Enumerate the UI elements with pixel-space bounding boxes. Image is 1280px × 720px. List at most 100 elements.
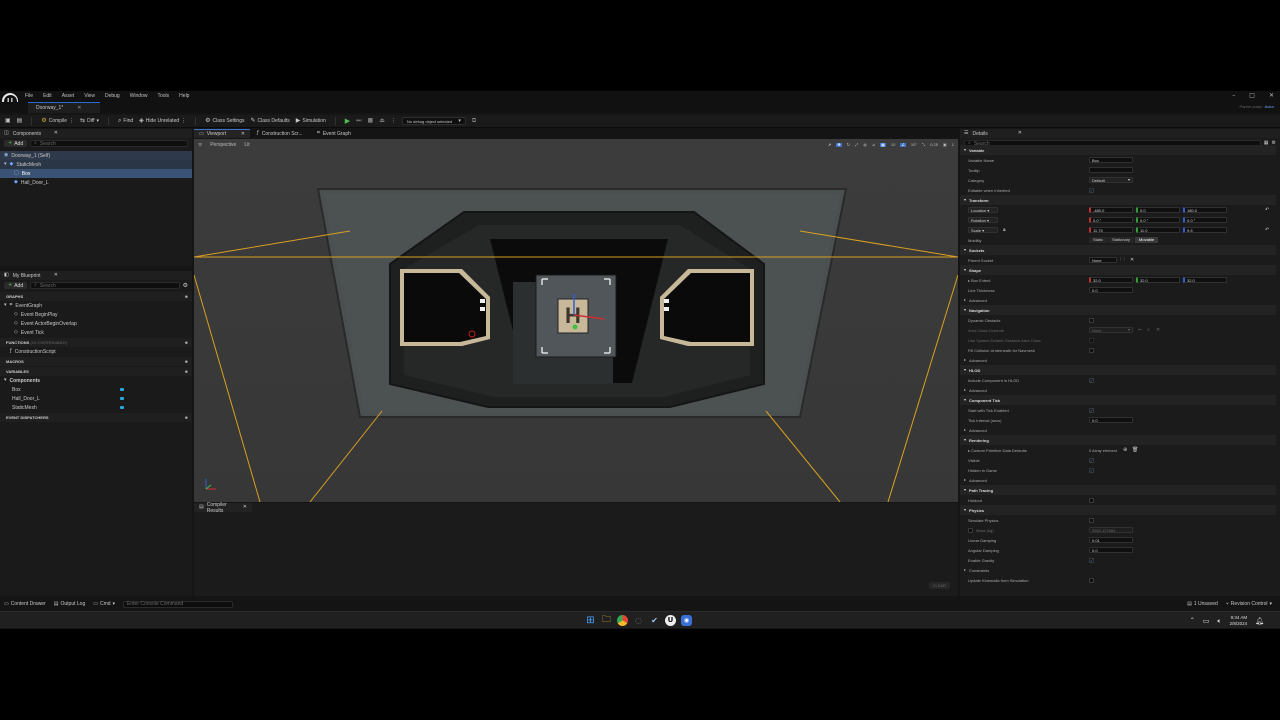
parent-class-value[interactable]: Actor <box>1265 104 1274 109</box>
expand-icon[interactable]: ▾ <box>4 162 7 167</box>
linear-damping-field[interactable]: 0.01 <box>1089 537 1133 543</box>
enable-gravity-checkbox[interactable]: ✓ <box>1089 557 1094 563</box>
settings-gear-icon[interactable]: ⚙ <box>183 282 188 289</box>
event-item[interactable]: ◇ Event BeginPlay <box>0 310 192 319</box>
clear-x-icon[interactable]: ✕ <box>1130 257 1134 263</box>
debug-filter-icon[interactable]: ⧉ <box>472 118 476 124</box>
file-explorer-icon[interactable]: 🗀 <box>601 615 612 626</box>
location-y[interactable]: 0.0 <box>1136 207 1180 213</box>
visible-checkbox[interactable]: ✓ <box>1089 457 1094 463</box>
trash-icon[interactable]: 🗑︎ <box>1132 447 1138 453</box>
location-z[interactable]: 180.0 <box>1183 207 1227 213</box>
expand-icon[interactable]: ▾ <box>4 378 7 383</box>
expand-icon[interactable]: ▸ <box>968 278 970 283</box>
transform-category[interactable]: ▾ Transform <box>960 195 1276 205</box>
navigation-advanced[interactable]: ▸ Advanced <box>960 355 1276 365</box>
rendering-advanced[interactable]: ▸ Advanced <box>960 475 1276 485</box>
fill-collision-checkbox[interactable] <box>1089 347 1094 353</box>
simulate-physics-checkbox[interactable] <box>1089 517 1094 523</box>
add-component-button[interactable]: + Add <box>4 140 28 147</box>
component-hall-door[interactable]: ◆ Hall_Door_L <box>0 178 192 187</box>
world-local-icon[interactable]: ◍ <box>863 142 867 147</box>
save-icon[interactable]: ▣ <box>5 118 11 124</box>
grid-snap-icon[interactable]: ▦ <box>880 142 886 147</box>
line-thickness-field[interactable]: 0.0 <box>1089 287 1133 293</box>
add-macro-icon[interactable]: ⊕ <box>185 359 188 364</box>
expand-icon[interactable]: ▾ <box>4 303 7 308</box>
compile-button[interactable]: ⚙ Compile ⋮ <box>41 118 74 125</box>
variable-category[interactable]: ▾ Variable <box>960 145 1276 155</box>
select-icon[interactable]: ➚ <box>828 142 831 147</box>
simulation-button[interactable]: ▶ Simulation <box>296 118 326 125</box>
close-tab-icon[interactable]: ✕ <box>77 105 81 111</box>
add-function-icon[interactable]: ⊕ <box>185 340 188 345</box>
close-panel-icon[interactable]: ✕ <box>54 131 58 136</box>
shape-advanced[interactable]: ▸ Advanced <box>960 295 1276 305</box>
location-x[interactable]: -480.0 <box>1089 207 1133 213</box>
hlod-advanced[interactable]: ▸ Advanced <box>960 385 1276 395</box>
box-extent-y[interactable]: 32.0 <box>1136 277 1180 283</box>
event-dispatchers-section[interactable]: EVENT DISPATCHERS ⊕ <box>0 413 192 422</box>
more-icon[interactable]: ⋮ <box>69 118 74 124</box>
add-variable-icon[interactable]: ⊕ <box>185 369 188 374</box>
menu-view[interactable]: View <box>79 91 100 102</box>
constraints-row[interactable]: ▸ Constraints <box>960 565 1276 575</box>
tab-construction-script[interactable]: ƒ Construction Scr... <box>252 129 310 138</box>
minimize-icon[interactable]: – <box>1232 93 1235 99</box>
app-icon[interactable]: ◌ <box>633 615 644 626</box>
component-tick-category[interactable]: ▾ Component Tick <box>960 395 1276 405</box>
add-element-icon[interactable]: ⊕ <box>1123 447 1127 453</box>
expand-icon[interactable]: ▸ <box>968 448 970 453</box>
viewport-menu-icon[interactable]: ≡ <box>198 142 202 148</box>
tooltip-field[interactable] <box>1089 167 1133 173</box>
class-settings-button[interactable]: ⚙ Class Settings <box>205 118 244 125</box>
macros-section[interactable]: MACROS ⊕ <box>0 357 192 366</box>
hide-unrelated-button[interactable]: ◈ Hide Unrelated ⋮ <box>139 118 186 125</box>
add-dispatcher-icon[interactable]: ⊕ <box>185 415 188 420</box>
event-item[interactable]: ◇ Event ActorBeginOverlap <box>0 319 192 328</box>
components-variable-group[interactable]: ▾ Components <box>0 376 192 385</box>
menu-file[interactable]: File <box>20 91 38 102</box>
mass-field[interactable]: 3963.127684 <box>1089 527 1133 533</box>
lit-button[interactable]: Lit <box>244 142 249 148</box>
find-button[interactable]: ⌕ Find <box>118 118 133 125</box>
location-dropdown[interactable]: Location ▾ <box>968 207 998 213</box>
camera-speed-icon[interactable]: ▣ <box>943 142 947 147</box>
close-window-icon[interactable]: ✕ <box>1269 93 1274 99</box>
output-log-button[interactable]: ▤ Output Log <box>54 601 85 607</box>
menu-edit[interactable]: Edit <box>38 91 57 102</box>
rotation-snap-icon[interactable]: ∠ <box>900 142 906 147</box>
eject-icon[interactable]: ⏏ <box>379 118 385 124</box>
reset-arrow-icon[interactable]: ↶ <box>1265 207 1269 213</box>
editable-checkbox[interactable]: ✓ <box>1089 187 1094 193</box>
update-kinematic-checkbox[interactable] <box>1089 577 1094 583</box>
perspective-button[interactable]: Perspective <box>210 142 236 148</box>
console-input[interactable]: Enter Console Command <box>123 600 234 608</box>
menu-asset[interactable]: Asset <box>57 91 80 102</box>
content-drawer-button[interactable]: ▭ Content Drawer <box>4 601 46 607</box>
hidden-in-game-checkbox[interactable]: ✓ <box>1089 467 1094 473</box>
camera-speed-value[interactable]: 1 <box>952 142 954 147</box>
revision-control-button[interactable]: ⑂ Revision Control ▾ <box>1226 601 1272 607</box>
surface-snap-icon[interactable]: ⊿ <box>872 142 875 147</box>
more-icon[interactable]: ⋮ <box>181 118 186 124</box>
rotation-dropdown[interactable]: Rotation ▾ <box>968 217 998 223</box>
tick-advanced[interactable]: ▸ Advanced <box>960 425 1276 435</box>
scale-snap-icon[interactable]: ⤡ <box>922 142 925 147</box>
rendering-category[interactable]: ▾ Rendering <box>960 435 1276 445</box>
add-member-button[interactable]: + Add <box>4 282 28 289</box>
scale-icon[interactable]: ⤢ <box>855 142 858 147</box>
scale-y[interactable]: 11.0 <box>1136 227 1180 233</box>
debug-object-dropdown[interactable]: No debug object selected ▾ <box>401 117 466 125</box>
physics-category[interactable]: ▾ Physics <box>960 505 1276 515</box>
box-extent-z[interactable]: 32.0 <box>1183 277 1227 283</box>
use-system-default-checkbox[interactable] <box>1089 337 1094 343</box>
grid-snap-value[interactable]: 10 <box>891 142 895 147</box>
volume-icon[interactable]: 🔈︎ <box>1217 617 1221 625</box>
path-tracing-category[interactable]: ▾ Path Tracing <box>960 485 1276 495</box>
steam-icon[interactable]: ✔ <box>649 615 660 626</box>
compiler-results-tab[interactable]: ▤ Compiler Results ✕ <box>194 502 252 514</box>
area-class-dropdown[interactable]: None ▾ <box>1089 327 1133 333</box>
stop-icon[interactable]: ■ <box>368 118 374 124</box>
tick-interval-field[interactable]: 0.0 <box>1089 417 1133 423</box>
